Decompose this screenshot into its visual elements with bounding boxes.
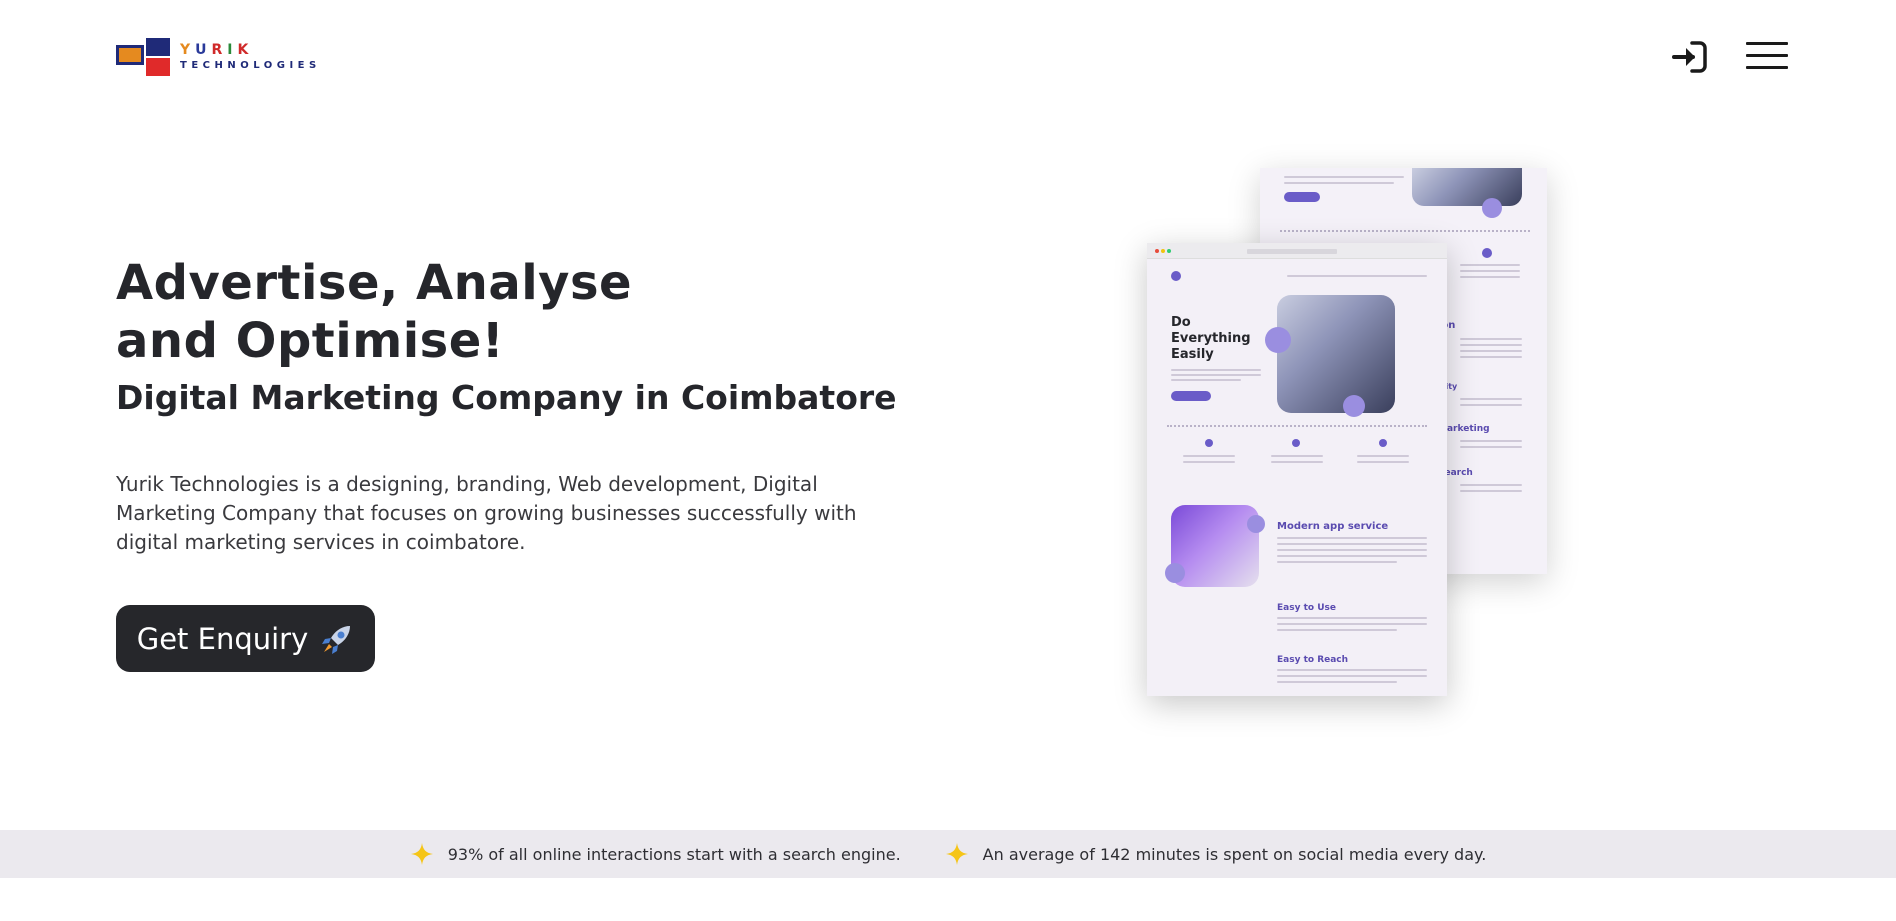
hero-title: Advertise, Analyse and Optimise! <box>116 255 633 369</box>
logo-subtitle: TECHNOLOGIES <box>180 60 321 71</box>
get-enquiry-button[interactable]: Get Enquiry <box>116 605 375 672</box>
site-logo[interactable]: YURIK TECHNOLOGIES <box>116 38 321 76</box>
sparkle-icon <box>410 843 433 865</box>
fact-item: 93% of all online interactions start wit… <box>410 842 901 866</box>
facts-strip: 93% of all online interactions start wit… <box>0 830 1896 878</box>
fact-item: An average of 142 minutes is spent on so… <box>945 842 1487 866</box>
hero-description: Yurik Technologies is a designing, brand… <box>116 472 857 554</box>
site-header: YURIK TECHNOLOGIES <box>0 0 1896 110</box>
cta-label: Get Enquiry <box>136 621 309 656</box>
mockup-front-page: Do Everything Easily Modern app service … <box>1147 243 1447 696</box>
logo-mark <box>116 38 170 76</box>
login-icon[interactable] <box>1672 40 1708 74</box>
hamburger-menu-icon[interactable] <box>1746 42 1788 72</box>
sparkle-icon <box>945 843 968 865</box>
fact-text: An average of 142 minutes is spent on so… <box>982 844 1487 864</box>
hero-subtitle: Digital Marketing Company in Coimbatore <box>116 378 897 417</box>
fact-text: 93% of all online interactions start wit… <box>447 844 901 864</box>
logo-brand: YURIK <box>180 42 254 58</box>
rocket-icon <box>322 625 351 654</box>
website-mockup-image: ion icity Marketing Search Do Everything… <box>1100 150 1580 720</box>
